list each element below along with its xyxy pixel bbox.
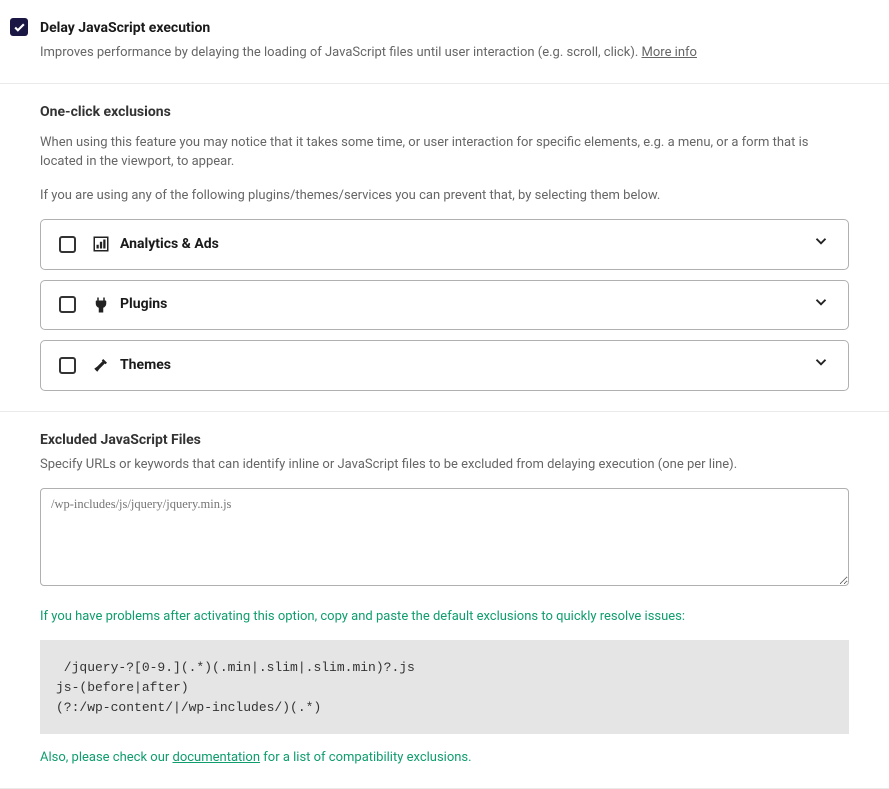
accordion-checkbox[interactable]: [59, 236, 76, 253]
exclusion-tip: If you have problems after activating th…: [40, 607, 849, 627]
accordion-item-plugin[interactable]: Plugins: [40, 280, 849, 331]
doc-suffix: for a list of compatibility exclusions.: [260, 750, 472, 765]
delay-js-title: Delay JavaScript execution: [40, 18, 697, 39]
accordion-label: Plugins: [120, 294, 812, 315]
documentation-link[interactable]: documentation: [173, 750, 261, 765]
one-click-exclusions-section: One-click exclusions When using this fea…: [0, 84, 889, 412]
more-info-link[interactable]: More info: [642, 45, 697, 60]
excluded-js-section: Excluded JavaScript Files Specify URLs o…: [0, 412, 889, 789]
chevron-down-icon: [812, 353, 830, 378]
doc-prefix: Also, please check our: [40, 750, 173, 765]
delay-js-helper: Improves performance by delaying the loa…: [40, 43, 697, 63]
accordion-label: Themes: [120, 355, 812, 376]
accordion-item-theme[interactable]: Themes: [40, 340, 849, 391]
accordion-label: Analytics & Ads: [120, 234, 812, 255]
excluded-desc: Specify URLs or keywords that can identi…: [40, 455, 849, 475]
plugin-icon: [92, 296, 110, 314]
documentation-note: Also, please check our documentation for…: [40, 748, 849, 768]
delay-js-helper-text: Improves performance by delaying the loa…: [40, 45, 642, 60]
delay-js-checkbox[interactable]: [10, 18, 28, 36]
excluded-textarea[interactable]: [40, 488, 849, 586]
delay-js-section: Delay JavaScript execution Improves perf…: [0, 0, 889, 84]
accordion-checkbox[interactable]: [59, 357, 76, 374]
accordion-item-analytics[interactable]: Analytics & Ads: [40, 219, 849, 270]
one-click-desc1: When using this feature you may notice t…: [40, 133, 849, 172]
excluded-title: Excluded JavaScript Files: [40, 430, 849, 451]
chevron-down-icon: [812, 293, 830, 318]
checkmark-icon: [13, 21, 26, 34]
accordion-checkbox[interactable]: [59, 296, 76, 313]
chevron-down-icon: [812, 232, 830, 257]
one-click-desc2: If you are using any of the following pl…: [40, 186, 849, 206]
theme-icon: [92, 356, 110, 374]
analytics-icon: [92, 235, 110, 253]
one-click-title: One-click exclusions: [40, 102, 849, 123]
default-exclusions-code: /jquery-?[0-9.](.*)(.min|.slim|.slim.min…: [40, 640, 849, 734]
